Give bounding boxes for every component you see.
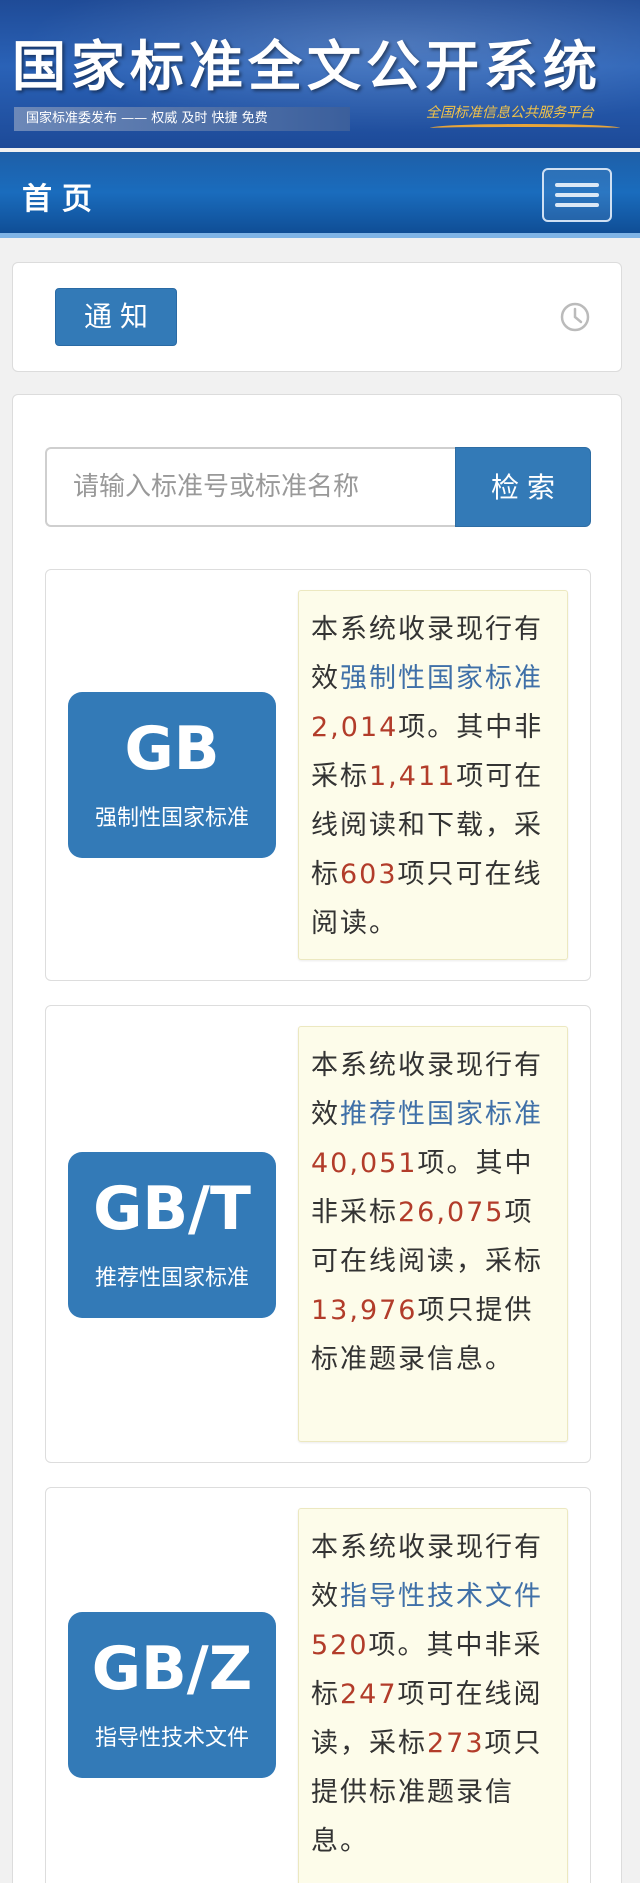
standard-description: 本系统收录现行有效强制性国家标准2,014项。其中非采标1,411项可在线阅读和… xyxy=(298,590,568,960)
menu-bar xyxy=(555,193,599,197)
gbz-badge-button[interactable]: GB/Z 指导性技术文件 xyxy=(68,1612,276,1778)
total-count: 520 xyxy=(311,1630,369,1661)
non-adopted-count: 1,411 xyxy=(369,761,457,792)
search-button[interactable]: 检索 xyxy=(455,447,591,527)
site-banner: 国家标准全文公开系统 国家标准委发布 —— 权威 及时 快捷 免费 全国标准信息… xyxy=(0,0,640,148)
main-content: 请输入标准号或标准名称 检索 GB 强制性国家标准 本系统收录现行有效强制性国家… xyxy=(12,394,622,1883)
site-subtitle: 全国标准信息公共服务平台 xyxy=(426,105,594,121)
desc-keyword-link[interactable]: 推荐性国家标准 xyxy=(340,1099,543,1130)
standard-panel-gbz: GB/Z 指导性技术文件 本系统收录现行有效指导性技术文件520项。其中非采标2… xyxy=(45,1487,591,1883)
gb-badge-button[interactable]: GB 强制性国家标准 xyxy=(68,692,276,858)
search-input[interactable]: 请输入标准号或标准名称 xyxy=(45,447,457,527)
notice-panel: 通知 xyxy=(12,262,622,372)
total-count: 40,051 xyxy=(311,1148,418,1179)
notice-button[interactable]: 通知 xyxy=(55,288,177,346)
nav-home-link[interactable]: 首页 xyxy=(22,174,102,218)
desc-keyword-link[interactable]: 强制性国家标准 xyxy=(340,663,543,694)
badge-code: GB/Z xyxy=(91,1634,253,1704)
badge-code: GB xyxy=(124,714,220,784)
gbt-badge-button[interactable]: GB/T 推荐性国家标准 xyxy=(68,1152,276,1318)
badge-name: 强制性国家标准 xyxy=(94,806,249,831)
desc-keyword-link[interactable]: 指导性技术文件 xyxy=(340,1581,543,1612)
non-adopted-count: 247 xyxy=(340,1679,398,1710)
decorative-swoosh xyxy=(430,124,620,132)
clock-icon xyxy=(560,302,590,332)
hamburger-menu-icon[interactable] xyxy=(542,168,612,222)
badge-name: 推荐性国家标准 xyxy=(94,1266,249,1291)
site-title: 国家标准全文公开系统 xyxy=(12,34,602,98)
standard-description: 本系统收录现行有效推荐性国家标准40,051项。其中非采标26,075项可在线阅… xyxy=(298,1026,568,1442)
site-slogan: 国家标准委发布 —— 权威 及时 快捷 免费 xyxy=(14,107,350,131)
standard-panel-gb: GB 强制性国家标准 本系统收录现行有效强制性国家标准2,014项。其中非采标1… xyxy=(45,569,591,981)
menu-bar xyxy=(555,203,599,207)
adopted-count: 273 xyxy=(427,1728,485,1759)
badge-code: GB/T xyxy=(93,1174,251,1244)
adopted-count: 13,976 xyxy=(311,1295,418,1326)
total-count: 2,014 xyxy=(311,712,399,743)
menu-bar xyxy=(555,183,599,187)
adopted-count: 603 xyxy=(340,859,398,890)
top-navbar: 首页 xyxy=(0,152,640,238)
standard-description: 本系统收录现行有效指导性技术文件520项。其中非采标247项可在线阅读，采标27… xyxy=(298,1508,568,1883)
non-adopted-count: 26,075 xyxy=(398,1197,505,1228)
badge-name: 指导性技术文件 xyxy=(94,1726,249,1751)
standard-panel-gbt: GB/T 推荐性国家标准 本系统收录现行有效推荐性国家标准40,051项。其中非… xyxy=(45,1005,591,1463)
